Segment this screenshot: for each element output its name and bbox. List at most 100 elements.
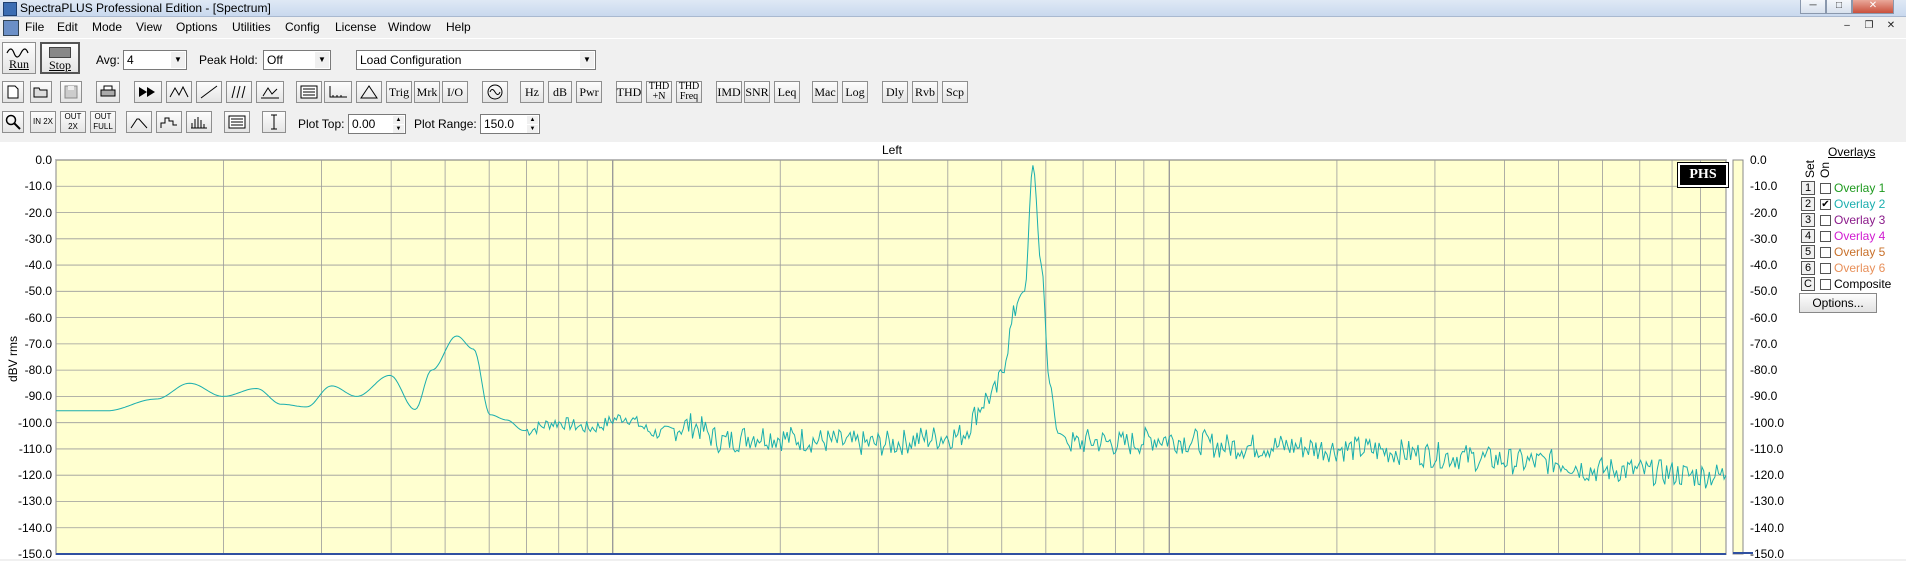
io-button[interactable]: I/O <box>442 81 468 103</box>
zoom-out-2x-button[interactable]: OUT 2X <box>60 111 86 133</box>
leq-button[interactable]: Leq <box>774 81 800 103</box>
line-mode-button[interactable] <box>126 111 152 133</box>
menu-edit[interactable]: Edit <box>57 20 78 34</box>
overlay-on-checkbox[interactable] <box>1820 215 1831 226</box>
line-plot-icon <box>130 118 148 129</box>
stop-button[interactable]: Stop <box>40 42 80 74</box>
set-column-label: Set <box>1803 159 1817 178</box>
overlays-header: Overlays <box>1828 145 1876 159</box>
menu-license[interactable]: License <box>335 20 376 34</box>
on-column-label: On <box>1818 161 1832 178</box>
y-tick-label: -30.0 <box>24 231 52 246</box>
peak-hold-select[interactable]: Off ▼ <box>263 50 331 70</box>
thd-freq-button[interactable]: THD Freq <box>676 81 702 103</box>
view-button[interactable] <box>296 81 322 103</box>
peak-hold-label: Peak Hold: <box>199 53 258 67</box>
mac-button[interactable]: Mac <box>812 81 838 103</box>
waveform-icon <box>169 85 189 98</box>
menu-options[interactable]: Options <box>176 20 217 34</box>
zoom-button[interactable] <box>2 111 24 133</box>
folder-icon <box>33 87 48 98</box>
forward-button[interactable] <box>134 81 162 103</box>
menu-mode[interactable]: Mode <box>92 20 122 34</box>
scp-button[interactable]: Scp <box>942 81 968 103</box>
overlay-on-checkbox[interactable] <box>1820 247 1831 258</box>
chevron-down-icon: ▼ <box>580 52 594 68</box>
spectrogram-button[interactable] <box>226 81 252 103</box>
marker-shape-button[interactable] <box>356 81 382 103</box>
y-tick-label-right: -30.0 <box>1750 231 1778 246</box>
rvb-button[interactable]: Rvb <box>912 81 938 103</box>
trig-button[interactable]: Trig <box>386 81 412 103</box>
cursor-button[interactable] <box>262 111 286 133</box>
spin-down-icon[interactable]: ▼ <box>527 125 538 133</box>
window-maximize-button[interactable]: □ <box>1826 0 1852 14</box>
table-icon <box>228 115 246 129</box>
overlay-on-checkbox[interactable] <box>1820 279 1831 290</box>
overlay-set-button[interactable]: C <box>1801 277 1815 291</box>
spin-down-icon[interactable]: ▼ <box>393 125 404 133</box>
window-title: SpectraPLUS Professional Edition - [Spec… <box>20 1 271 15</box>
mdi-close-button[interactable]: ✕ <box>1884 20 1898 33</box>
dly-button[interactable]: Dly <box>882 81 908 103</box>
window-minimize-button[interactable]: ─ <box>1800 0 1826 14</box>
overlay-set-button[interactable]: 1 <box>1801 181 1815 195</box>
overlay-on-checkbox[interactable] <box>1820 263 1831 274</box>
overlay-options-button[interactable]: Options... <box>1799 293 1877 313</box>
mrk-button[interactable]: Mrk <box>414 81 440 103</box>
overlay-set-button[interactable]: 2 <box>1801 197 1815 211</box>
menu-utilities[interactable]: Utilities <box>232 20 271 34</box>
menu-view[interactable]: View <box>136 20 162 34</box>
magnifier-icon <box>5 114 21 130</box>
spin-up-icon[interactable]: ▲ <box>527 116 538 124</box>
zoom-out-full-button[interactable]: OUT FULL <box>90 111 116 133</box>
generator-button[interactable] <box>482 81 508 103</box>
db-button[interactable]: dB <box>548 81 572 103</box>
spin-up-icon[interactable]: ▲ <box>393 116 404 124</box>
thd-n-button[interactable]: THD +N <box>646 81 672 103</box>
mdi-minimize-button[interactable]: – <box>1840 20 1854 33</box>
plot-title: Left <box>882 143 903 157</box>
pwr-button[interactable]: Pwr <box>576 81 602 103</box>
hz-button[interactable]: Hz <box>520 81 544 103</box>
plot-top-value: 0.00 <box>352 117 376 131</box>
new-file-button[interactable] <box>2 81 24 103</box>
menu-file[interactable]: File <box>25 20 44 34</box>
thd-button[interactable]: THD <box>616 81 642 103</box>
menu-help[interactable]: Help <box>446 20 471 34</box>
bar-mode-button[interactable] <box>186 111 212 133</box>
scope-button[interactable] <box>166 81 192 103</box>
step-mode-button[interactable] <box>156 111 182 133</box>
save-button[interactable] <box>60 81 82 103</box>
window-close-button[interactable]: ✕ <box>1852 0 1894 14</box>
menu-config[interactable]: Config <box>285 20 320 34</box>
overlay-on-checkbox[interactable] <box>1820 231 1831 242</box>
menu-window[interactable]: Window <box>388 20 431 34</box>
document-icon[interactable] <box>3 20 19 36</box>
plot-top-input[interactable]: 0.00 ▲ ▼ <box>348 114 406 134</box>
overlay-set-button[interactable]: 3 <box>1801 213 1815 227</box>
zoom-in-2x-button[interactable]: IN 2X <box>30 111 56 133</box>
snr-button[interactable]: SNR <box>744 81 770 103</box>
overlay-on-checkbox[interactable] <box>1820 183 1831 194</box>
mdi-restore-button[interactable]: ❐ <box>1862 20 1876 33</box>
ramp-button[interactable] <box>196 81 222 103</box>
print-button[interactable] <box>96 81 120 103</box>
run-button[interactable]: Run <box>2 42 36 74</box>
log-button[interactable]: Log <box>842 81 868 103</box>
avg-select[interactable]: 4 ▼ <box>123 50 187 70</box>
overlay-set-button[interactable]: 6 <box>1801 261 1815 275</box>
y-tick-label: -50.0 <box>24 284 52 299</box>
y-tick-label-right: -40.0 <box>1750 258 1778 273</box>
plot-range-input[interactable]: 150.0 ▲ ▼ <box>480 114 540 134</box>
overlay-set-button[interactable]: 5 <box>1801 245 1815 259</box>
imd-button[interactable]: IMD <box>716 81 742 103</box>
3d-button[interactable] <box>256 81 284 103</box>
overlay-label: Overlay 5 <box>1834 245 1886 259</box>
config-select[interactable]: Load Configuration ▼ <box>356 50 596 70</box>
overlay-set-button[interactable]: 4 <box>1801 229 1815 243</box>
table-button[interactable] <box>224 111 250 133</box>
axis-button[interactable] <box>324 81 352 103</box>
open-button[interactable] <box>30 81 52 103</box>
overlay-on-checkbox[interactable]: ✔ <box>1820 199 1831 210</box>
